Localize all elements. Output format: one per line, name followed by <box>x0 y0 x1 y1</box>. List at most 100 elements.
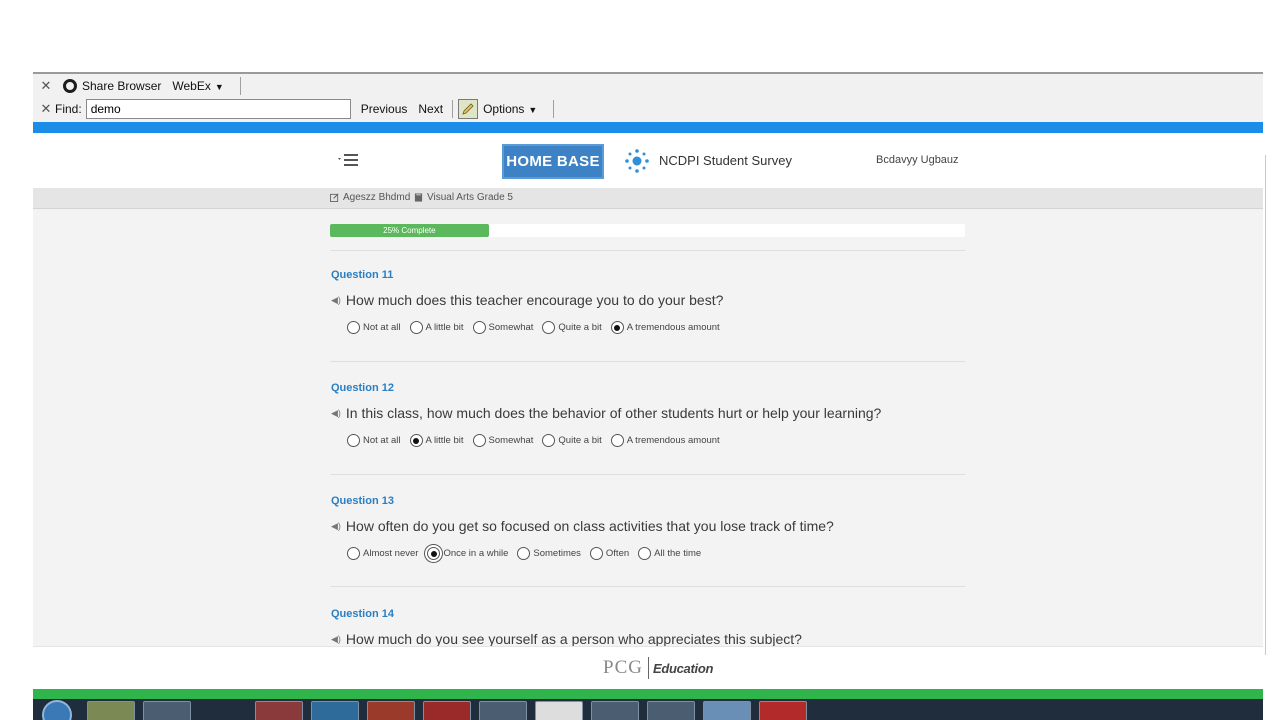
taskbar-button[interactable] <box>535 701 583 720</box>
ncdpi-logo-icon <box>624 148 650 174</box>
option-not-at-all[interactable]: Not at all <box>347 321 401 334</box>
option-quite-a-bit[interactable]: Quite a bit <box>542 321 602 334</box>
webex-label: WebEx <box>172 79 211 93</box>
question-text-row: ◀) How often do you get so focused on cl… <box>331 518 971 534</box>
option-label: Quite a bit <box>558 322 602 333</box>
option-somewhat[interactable]: Somewhat <box>472 434 534 447</box>
speaker-icon[interactable]: ◀) <box>331 295 341 306</box>
option-label: Somewhat <box>488 435 534 446</box>
options-menu[interactable]: Options ▼ <box>483 102 537 116</box>
close-find-icon[interactable]: ✕ <box>37 101 55 117</box>
taskbar-button[interactable] <box>423 701 471 720</box>
option-somewhat[interactable]: Somewhat <box>472 321 533 334</box>
start-button[interactable] <box>42 700 72 720</box>
radio-button[interactable] <box>589 547 603 560</box>
taskbar-button[interactable] <box>255 701 303 720</box>
radio-button[interactable] <box>542 321 556 334</box>
answer-options: Almost never Once in a while Sometimes O… <box>347 547 971 560</box>
progress-label: 25% Complete <box>383 226 436 235</box>
user-name[interactable]: Bcdavyy Ugbauz <box>876 154 959 166</box>
toolbar-row-find: ✕ Find: Previous Next Options▼ <box>33 98 559 120</box>
option-a-tremendous-amount[interactable]: A tremendous amount <box>610 434 720 447</box>
teacher-name: Ageszz Bhdmd <box>343 192 411 203</box>
pcg-education-logo: PCG Education <box>603 657 713 679</box>
menu-icon[interactable] <box>337 150 363 170</box>
radio-button[interactable] <box>347 434 360 447</box>
option-once-in-a-while[interactable]: Once in a while <box>427 547 508 560</box>
divider <box>330 361 965 362</box>
question-14: Question 14 ◀) How much do you see yours… <box>331 608 971 646</box>
divider <box>330 586 965 587</box>
footer: PCG Education <box>33 646 1263 689</box>
radio-button[interactable] <box>638 547 652 560</box>
previous-button[interactable]: Previous <box>361 102 408 116</box>
taskbar-button[interactable] <box>759 701 807 720</box>
radio-button[interactable] <box>347 321 360 334</box>
option-often[interactable]: Often <box>589 547 630 560</box>
option-not-at-all[interactable]: Not at all <box>347 434 401 447</box>
browser-toolbar: ✕ Share Browser WebEx▼ ✕ Find: Previous … <box>33 72 1263 122</box>
radio-button-selected[interactable] <box>610 321 624 334</box>
question-text-row: ◀) In this class, how much does the beha… <box>331 405 971 421</box>
survey-title: NCDPI Student Survey <box>659 153 792 168</box>
speaker-icon[interactable]: ◀) <box>331 521 341 532</box>
pencil-icon[interactable] <box>458 99 479 119</box>
radio-button[interactable] <box>472 434 486 447</box>
next-button[interactable]: Next <box>418 102 443 116</box>
caret-down-icon: ▼ <box>214 82 224 92</box>
radio-button[interactable] <box>517 547 531 560</box>
speaker-icon[interactable]: ◀) <box>331 634 341 645</box>
answer-options: Not at all A little bit Somewhat Quite a… <box>347 434 971 447</box>
radio-button[interactable] <box>347 547 360 560</box>
taskbar-button[interactable] <box>143 701 191 720</box>
status-bar <box>33 689 1263 699</box>
book-icon <box>414 193 423 202</box>
scrollbar[interactable] <box>1265 155 1271 655</box>
taskbar-button[interactable] <box>647 701 695 720</box>
taskbar-button[interactable] <box>479 701 527 720</box>
option-label: Often <box>605 548 630 559</box>
taskbar-button[interactable] <box>367 701 415 720</box>
radio-button[interactable] <box>610 434 624 447</box>
share-browser-button[interactable]: Share Browser <box>82 79 161 93</box>
app-header: HOME BASE NCDPI Student Survey Bcdavyy U… <box>33 133 1263 188</box>
window-edge <box>1263 133 1280 689</box>
divider <box>330 474 965 475</box>
option-label: A little bit <box>425 322 464 333</box>
question-text: How often do you get so focused on class… <box>345 518 834 534</box>
option-a-tremendous-amount[interactable]: A tremendous amount <box>610 321 720 334</box>
taskbar-button[interactable] <box>591 701 639 720</box>
question-label: Question 11 <box>331 269 394 281</box>
question-text: In this class, how much does the behavio… <box>345 405 882 421</box>
radio-button[interactable] <box>409 321 423 334</box>
option-label: Once in a while <box>443 548 509 559</box>
radio-button-selected[interactable] <box>427 547 441 560</box>
option-label: All the time <box>654 548 702 559</box>
webex-menu[interactable]: WebEx ▼ <box>172 79 223 93</box>
pcg-logo-text: Education <box>652 660 714 676</box>
option-label: Not at all <box>363 322 401 333</box>
radio-button[interactable] <box>472 321 486 334</box>
question-text: How much do you see yourself as a person… <box>345 631 802 646</box>
home-base-logo[interactable]: HOME BASE <box>502 144 604 179</box>
taskbar <box>33 699 1263 720</box>
taskbar-button[interactable] <box>703 701 751 720</box>
find-input[interactable] <box>85 99 351 119</box>
option-sometimes[interactable]: Sometimes <box>517 547 581 560</box>
option-quite-a-bit[interactable]: Quite a bit <box>542 434 602 447</box>
caret-down-icon: ▼ <box>528 105 538 115</box>
question-12: Question 12 ◀) In this class, how much d… <box>331 382 971 447</box>
option-label: A tremendous amount <box>626 322 720 333</box>
divider <box>330 250 965 251</box>
close-icon[interactable]: ✕ <box>37 78 55 94</box>
speaker-icon[interactable]: ◀) <box>331 408 341 419</box>
taskbar-button[interactable] <box>311 701 359 720</box>
option-a-little-bit[interactable]: A little bit <box>409 434 464 447</box>
question-13: Question 13 ◀) How often do you get so f… <box>331 495 971 560</box>
option-all-the-time[interactable]: All the time <box>638 547 701 560</box>
radio-button-selected[interactable] <box>409 434 423 447</box>
radio-button[interactable] <box>542 434 556 447</box>
taskbar-button[interactable] <box>87 701 135 720</box>
option-almost-never[interactable]: Almost never <box>347 547 418 560</box>
option-a-little-bit[interactable]: A little bit <box>409 321 464 334</box>
